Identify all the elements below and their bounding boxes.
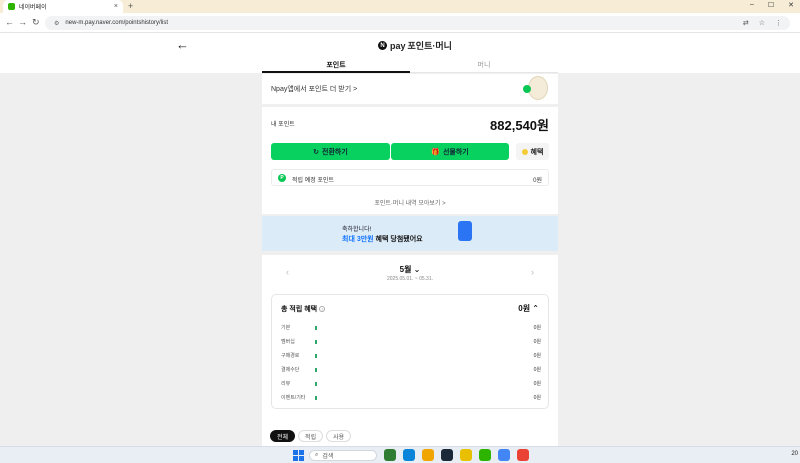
banner-highlight: 최대 3만원	[342, 236, 374, 243]
banner-line2: 최대 3만원 혜택 당첨됐어요	[342, 234, 423, 244]
taskbar-app-icon[interactable]	[384, 449, 396, 461]
month-selector[interactable]: 5월 ⌄	[262, 264, 558, 275]
points-amount: 882,540원	[490, 118, 549, 133]
app-promo-bar[interactable]: Npay앱에서 포인트 더 받기 >	[262, 74, 558, 104]
minimize-button[interactable]: –	[750, 1, 754, 9]
taskbar-search[interactable]: ⌕ 검색	[309, 450, 377, 461]
benefit-summary: 총 적립 혜택? 0원 ⌃ 기본 0원 멤버십 0원 구매경로 0원 결제수단 0원 리…	[271, 294, 549, 409]
page-content: ← N pay 포인트·머니 포인트 머니 Npay앱에서 포인트 더 받기 >…	[0, 33, 800, 446]
pending-value: 0원	[533, 178, 542, 184]
prize-illustration-icon	[458, 221, 472, 241]
pending-label: 적립 예정 포인트	[292, 178, 334, 184]
month-range: 2025.05.01. ~ 05.31.	[386, 276, 433, 282]
reload-icon[interactable]: ↻	[32, 17, 40, 28]
event-banner[interactable]: 축하합니다! 최대 3만원 혜택 당첨됐어요	[262, 216, 558, 251]
maximize-button[interactable]: ☐	[768, 1, 774, 9]
npay-logo-icon: N	[378, 41, 387, 50]
menu-icon[interactable]: ⋮	[775, 19, 782, 27]
brand-pay: pay	[390, 40, 406, 51]
back-arrow-icon[interactable]: ←	[176, 37, 189, 52]
list-item: 멤버십 0원	[281, 339, 541, 345]
gift-icon: 🎁	[431, 148, 440, 156]
gift-label: 선물하기	[442, 148, 469, 156]
my-points-card: 내 포인트 882,540원 ↻ 전환하기 🎁 선물하기 혜택 P 적립 예정 …	[262, 107, 558, 214]
point-p-icon: P	[278, 174, 286, 182]
chevron-down-icon: ⌄	[413, 265, 421, 274]
list-item: 이벤트/기타 0원	[281, 395, 541, 401]
forward-nav-icon[interactable]: →	[18, 17, 27, 27]
banner-rest: 혜택 당첨됐어요	[373, 236, 423, 243]
benefit-label: 혜택	[530, 148, 544, 156]
filter-use[interactable]: 사용	[326, 430, 352, 442]
url-text: new-m.pay.naver.com/pointshistory/list	[65, 20, 168, 26]
close-tab-icon[interactable]: ×	[114, 3, 118, 10]
summary-total[interactable]: 0원 ⌃	[518, 303, 539, 314]
clock: 20	[791, 451, 798, 457]
filter-chips: 전체 적립 사용	[270, 430, 352, 442]
taskbar-app-icon[interactable]	[403, 449, 415, 461]
new-tab-button[interactable]: +	[128, 1, 133, 11]
page-header: ← N pay 포인트·머니 포인트 머니	[0, 33, 800, 73]
naver-pay-favicon	[8, 3, 15, 10]
browser-tab[interactable]: 네이버페이 ×	[3, 0, 123, 13]
bar-indicator	[315, 396, 317, 400]
collapse-icon[interactable]: ⌃	[532, 304, 539, 313]
search-placeholder: 검색	[322, 454, 334, 460]
taskbar-app-icon[interactable]	[441, 449, 453, 461]
site-info-icon[interactable]: ⚙	[54, 20, 59, 27]
tab-list: 포인트 머니	[262, 56, 558, 73]
back-nav-icon[interactable]: ←	[5, 17, 14, 27]
bookmark-star-icon[interactable]: ☆	[759, 19, 765, 27]
taskbar-app-icon[interactable]	[479, 449, 491, 461]
month-title: 5월	[399, 265, 412, 274]
pending-points-row[interactable]: P 적립 예정 포인트 0원	[271, 169, 549, 186]
taskbar-apps	[384, 449, 529, 461]
tab-money[interactable]: 머니	[410, 56, 558, 73]
translate-icon[interactable]: ⇄	[743, 19, 749, 27]
bar-indicator	[315, 326, 317, 330]
page-title: N pay 포인트·머니	[378, 39, 452, 52]
promo-text: Npay앱에서 포인트 더 받기 >	[271, 86, 358, 93]
address-toolbar: ← → ↻ ⚙ new-m.pay.naver.com/pointshistor…	[0, 13, 800, 33]
benefit-button[interactable]: 혜택	[516, 143, 549, 160]
brand-title: 포인트·머니	[407, 41, 452, 51]
bar-indicator	[315, 382, 317, 386]
list-item: 결제수단 0원	[281, 367, 541, 373]
summary-title: 총 적립 혜택?	[281, 306, 326, 313]
windows-start-icon[interactable]	[293, 450, 304, 461]
search-icon: ⌕	[315, 452, 319, 458]
coin-icon	[521, 148, 528, 155]
bar-indicator	[315, 368, 317, 372]
my-points-label: 내 포인트	[271, 122, 295, 128]
close-window-button[interactable]: ✕	[788, 1, 794, 9]
filter-earn[interactable]: 적립	[298, 430, 324, 442]
browser-tab-strip: 네이버페이 × + – ☐ ✕	[0, 0, 800, 13]
url-bar[interactable]: ⚙ new-m.pay.naver.com/pointshistory/list…	[45, 16, 790, 30]
tab-title: 네이버페이	[19, 5, 47, 11]
taskbar: ⌕ 검색 20	[0, 446, 800, 463]
taskbar-app-icon[interactable]	[422, 449, 434, 461]
banner-line1: 축하합니다!	[342, 227, 372, 233]
list-item: 리뷰 0원	[281, 381, 541, 387]
convert-button[interactable]: ↻ 전환하기	[271, 143, 390, 160]
help-icon[interactable]: ?	[319, 306, 326, 312]
window-controls: – ☐ ✕	[750, 1, 794, 9]
taskbar-app-icon[interactable]	[517, 449, 529, 461]
list-item: 기본 0원	[281, 325, 541, 331]
bar-indicator	[315, 354, 317, 358]
filter-all[interactable]: 전체	[270, 430, 296, 442]
taskbar-app-icon[interactable]	[498, 449, 510, 461]
bear-character-icon	[523, 76, 548, 100]
gift-button[interactable]: 🎁 선물하기	[391, 143, 509, 160]
tab-points[interactable]: 포인트	[262, 56, 410, 73]
convert-icon: ↻	[313, 148, 320, 156]
bar-indicator	[315, 340, 317, 344]
monthly-section: ‹ › 5월 ⌄ 2025.05.01. ~ 05.31. 총 적립 혜택? 0…	[262, 255, 558, 446]
convert-label: 전환하기	[322, 148, 348, 156]
list-item: 구매경로 0원	[281, 353, 541, 359]
taskbar-app-icon[interactable]	[460, 449, 472, 461]
history-link[interactable]: 포인트·머니 내역 모아보기 >	[262, 198, 558, 207]
